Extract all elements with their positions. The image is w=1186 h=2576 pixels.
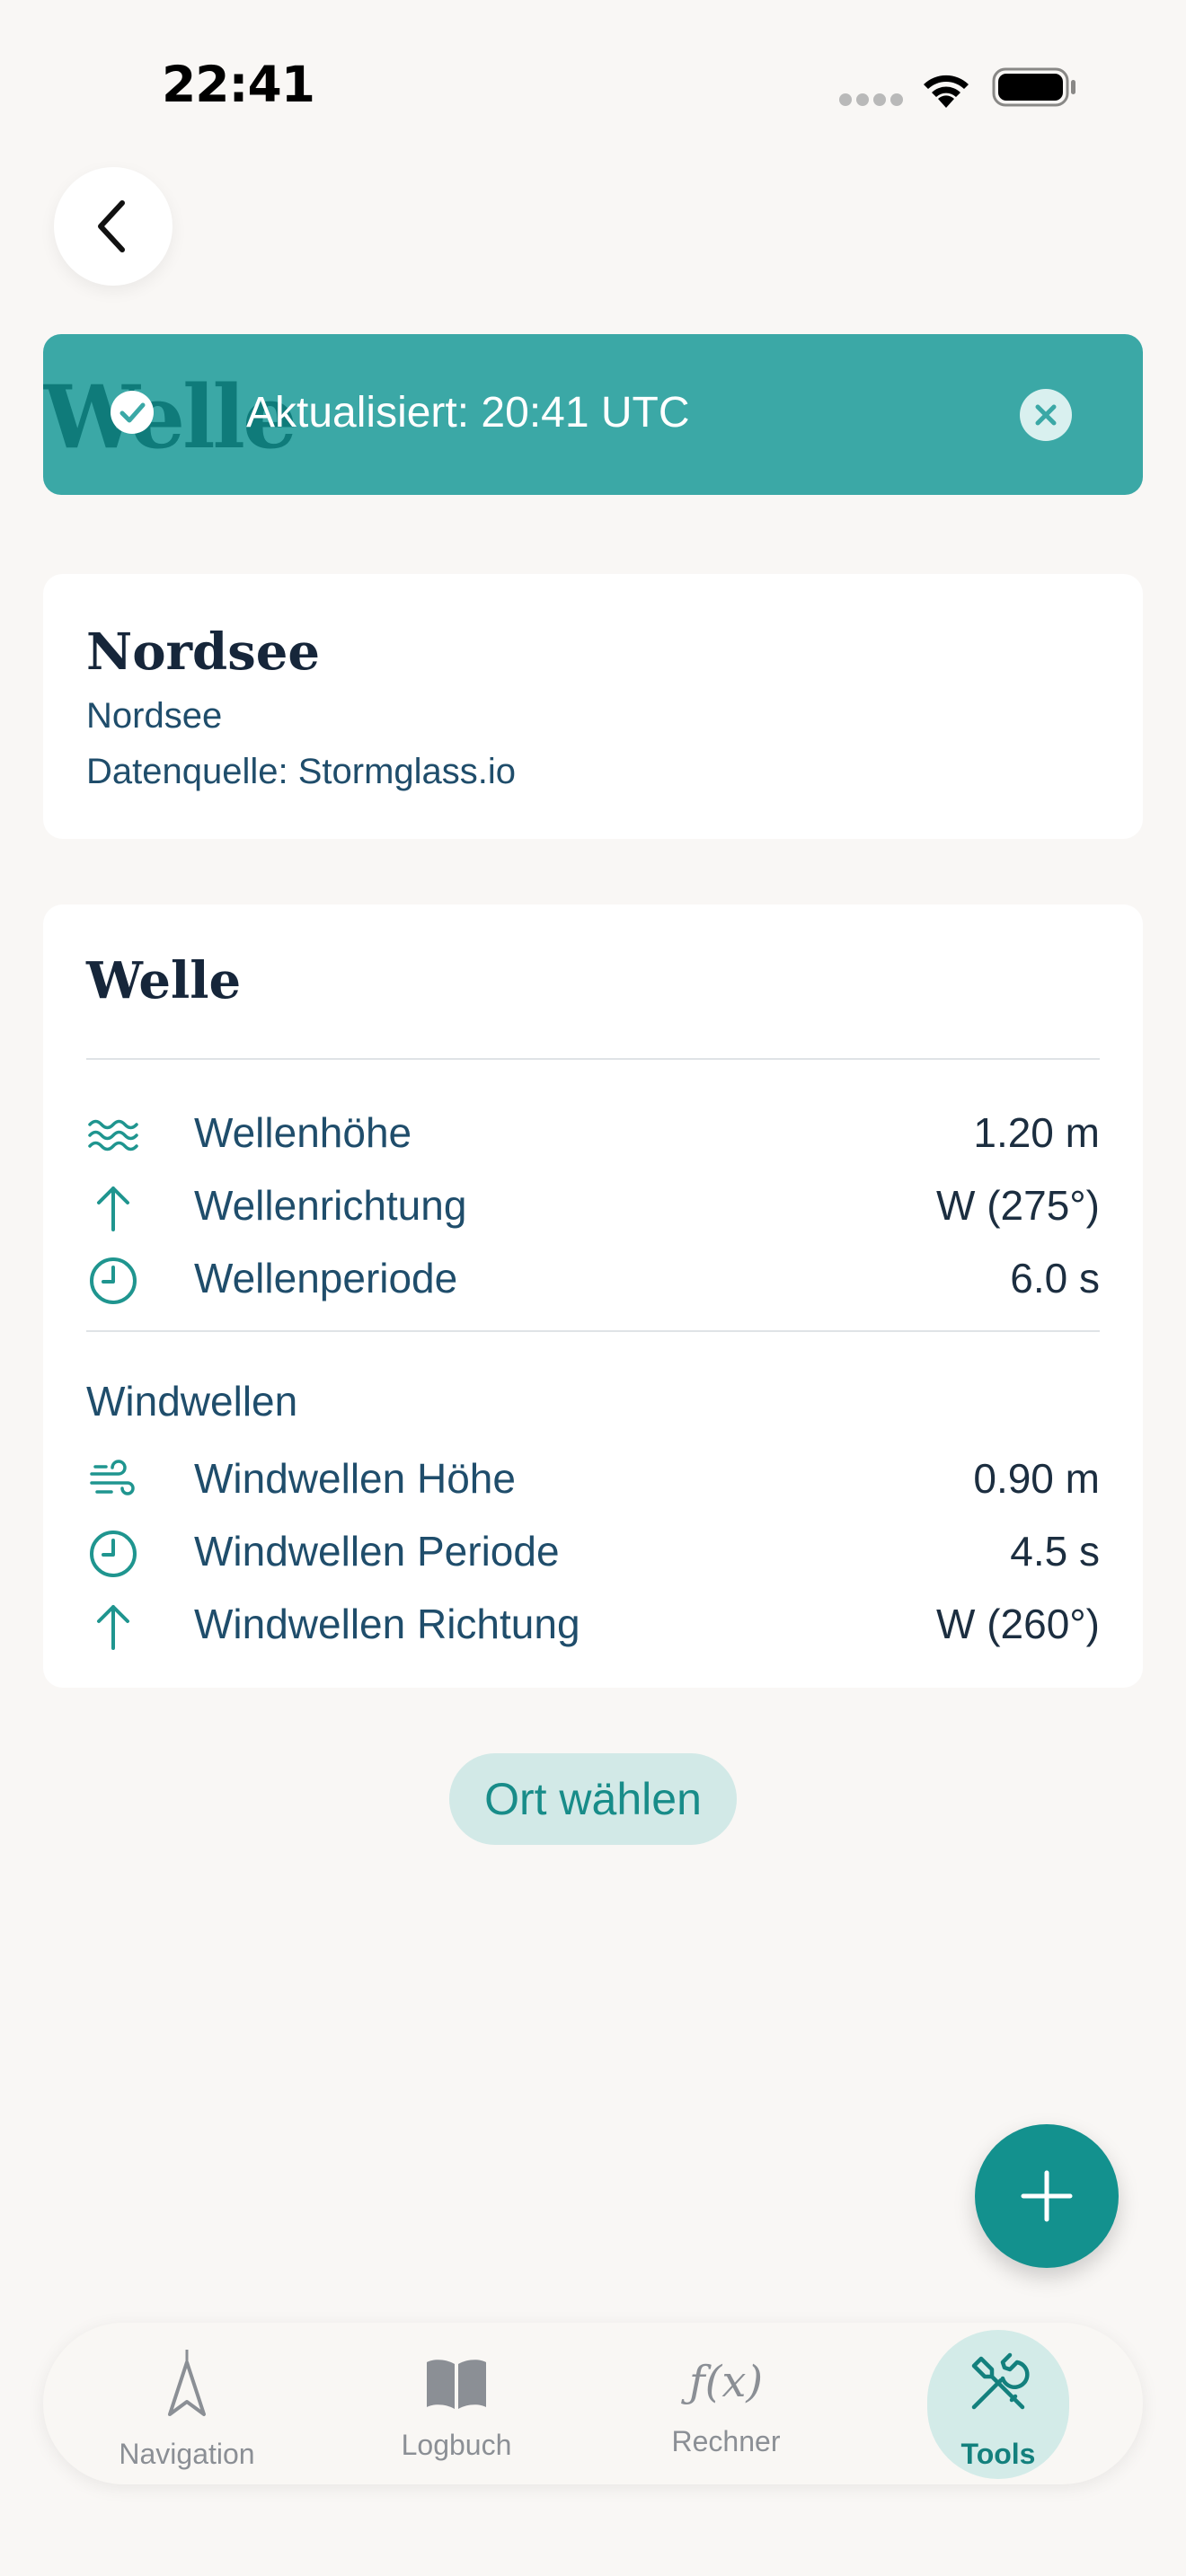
choose-location-button[interactable]: Ort wählen — [449, 1753, 737, 1845]
wifi-icon — [924, 75, 969, 108]
divider — [86, 1058, 1100, 1060]
wave-title: Welle — [86, 951, 242, 1010]
row-label: Wellenhöhe — [194, 1109, 412, 1156]
wave-direction-row: Wellenrichtung W (275°) — [86, 1172, 1100, 1235]
cellular-signal-icon — [839, 93, 903, 106]
row-value: 0.90 m — [973, 1455, 1100, 1502]
navigation-arrow-icon — [168, 2350, 206, 2416]
tab-label: Rechner — [671, 2425, 781, 2457]
row-value: 1.20 m — [973, 1109, 1100, 1156]
clock-icon — [90, 1531, 137, 1577]
tab-navigation[interactable]: Navigation — [88, 2323, 286, 2484]
wind-wave-direction-row: Windwellen Richtung W (260°) — [86, 1591, 1100, 1654]
battery-icon — [992, 67, 1075, 107]
row-value: 4.5 s — [1010, 1528, 1100, 1575]
tools-icon — [971, 2352, 1030, 2410]
location-subtitle: Nordsee — [86, 696, 223, 736]
arrow-up-icon — [97, 1187, 129, 1231]
update-toast: Welle Aktualisiert: 20:41 UTC — [43, 334, 1143, 495]
row-value: W (260°) — [936, 1601, 1100, 1647]
add-button[interactable] — [975, 2124, 1119, 2268]
wind-wave-height-row: Windwellen Höhe 0.90 m — [86, 1445, 1100, 1508]
row-value: 6.0 s — [1010, 1255, 1100, 1301]
check-circle-icon — [111, 391, 154, 434]
tab-logbuch[interactable]: Logbuch — [358, 2323, 555, 2484]
clock-icon — [90, 1257, 137, 1304]
waves-icon — [88, 1119, 138, 1151]
row-value: W (275°) — [936, 1182, 1100, 1229]
wave-period-row: Wellenperiode 6.0 s — [86, 1245, 1100, 1308]
row-label: Windwellen Höhe — [194, 1455, 516, 1502]
tab-label: Navigation — [119, 2438, 255, 2470]
location-title: Nordsee — [86, 622, 320, 682]
divider — [86, 1330, 1100, 1332]
data-source: Datenquelle: Stormglass.io — [86, 752, 517, 791]
row-label: Wellenperiode — [194, 1255, 458, 1301]
tab-label: Tools — [960, 2438, 1036, 2470]
plus-icon — [1021, 2170, 1073, 2222]
arrow-up-icon — [97, 1605, 129, 1650]
status-time: 22:41 — [162, 56, 315, 113]
wind-wave-period-row: Windwellen Periode 4.5 s — [86, 1518, 1100, 1581]
page: 22:41 Welle Aktualisiert: 20:41 UTC Nord… — [0, 0, 1186, 2576]
tab-label: Logbuch — [401, 2429, 512, 2461]
back-button[interactable] — [54, 167, 173, 286]
location-card: Nordsee Nordsee Datenquelle: Stormglass.… — [43, 574, 1143, 839]
close-icon[interactable] — [1019, 388, 1073, 442]
wave-height-row: Wellenhöhe 1.20 m — [86, 1099, 1100, 1162]
row-label: Windwellen Periode — [194, 1528, 560, 1575]
toast-message: Aktualisiert: 20:41 UTC — [246, 389, 690, 437]
tab-tools[interactable]: Tools — [899, 2323, 1097, 2484]
book-icon — [427, 2360, 486, 2409]
wind-waves-heading: Windwellen — [86, 1378, 298, 1425]
wind-icon — [90, 1460, 135, 1495]
tab-bar: Navigation Logbuch ƒ(x) Rechner Tools — [43, 2323, 1143, 2484]
function-icon: ƒ(x) — [688, 2357, 764, 2407]
row-label: Windwellen Richtung — [194, 1601, 580, 1647]
wave-card: Welle Wellenhöhe 1.20 m Wellenrichtung W… — [43, 904, 1143, 1688]
tab-rechner[interactable]: ƒ(x) Rechner — [627, 2323, 825, 2484]
chevron-left-icon — [98, 200, 125, 252]
row-label: Wellenrichtung — [194, 1182, 467, 1229]
